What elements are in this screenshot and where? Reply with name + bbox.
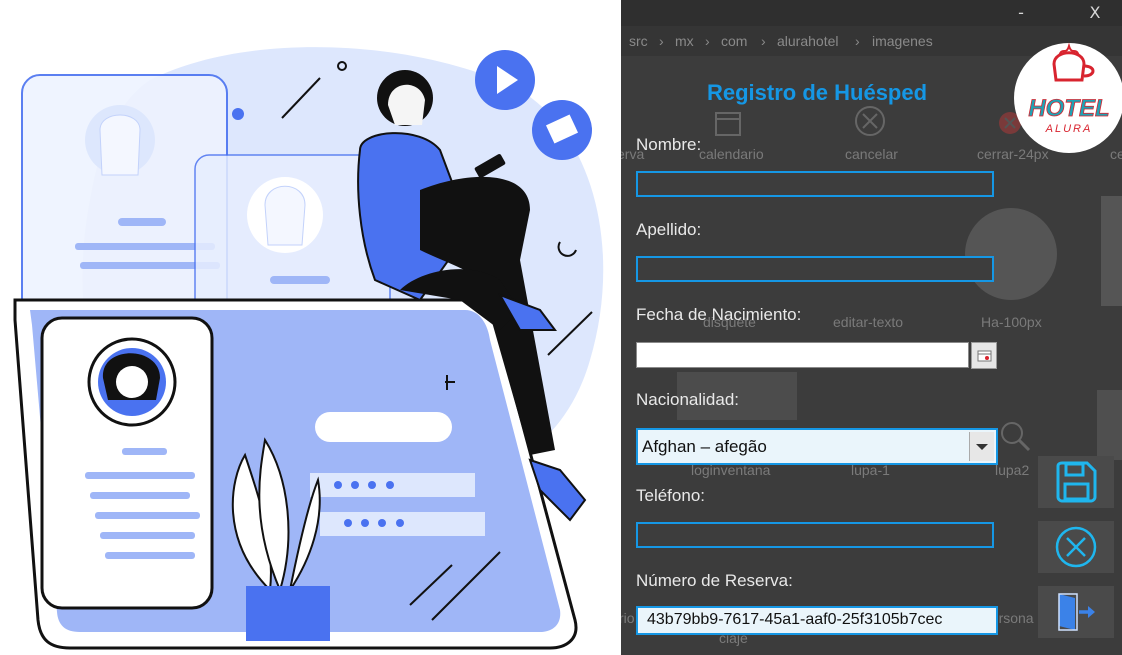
exit-button[interactable] [1038,586,1114,638]
search-icon [1001,422,1031,452]
chevron-right-icon: › [761,33,766,49]
chevron-down-icon [976,444,988,450]
form-title: Registro de Huésped [707,80,928,105]
ghost-file-label: lupa2 [995,462,1030,478]
chevron-right-icon: › [659,33,664,49]
telefono-input[interactable] [636,522,994,548]
logo-text-hotel: HOTEL [1028,95,1109,122]
ghost-thumbnail [1101,196,1122,306]
calendar-icon [715,112,741,136]
nombre-label: Nombre: [636,135,702,154]
calendar-icon [977,350,992,362]
breadcrumb-item: com [721,33,748,49]
nacionalidad-selected-value: Afghan – afegão [642,437,767,456]
date-picker-button[interactable] [971,342,997,369]
ghost-thumbnail [1097,390,1122,460]
dropdown-arrow-button[interactable] [969,432,994,461]
illustration-panel [0,0,621,655]
guest-registration-window: - X src › mx › com › alurahotel › imagen… [621,0,1122,655]
cancel-button[interactable] [1038,521,1114,573]
logo-text-alura: ALURA [1045,123,1093,135]
chevron-right-icon: › [705,33,710,49]
ghost-file-label: Ha-100px [981,314,1042,330]
hotel-alura-logo: HOTEL ALURA [1014,42,1122,153]
fecha-nacimiento-input[interactable] [636,342,969,368]
ghost-file-label: rio [621,610,635,626]
ghost-file-label: cancelar [845,146,898,162]
save-button[interactable] [1038,456,1114,508]
nacionalidad-label: Nacionalidad: [636,390,740,409]
floppy-disk-icon [1056,461,1097,503]
hotel-logo-ghost-icon [965,208,1057,300]
x-circle-icon [1055,526,1097,568]
apellido-input[interactable] [636,256,994,282]
ghost-file-label: editar-texto [833,314,904,330]
ghost-file-label: calendario [699,146,764,162]
nacionalidad-select[interactable]: Afghan – afegão [636,428,998,465]
minimize-button[interactable]: - [994,0,1048,26]
breadcrumb-item: imagenes [872,33,933,49]
numero-reserva-field[interactable]: 43b79bb9-7617-45a1-aaf0-25f3105b7cec [636,606,998,635]
nombre-input[interactable] [636,171,994,197]
numero-reserva-label: Número de Reserva: [636,571,793,590]
cancel-icon [855,106,885,136]
hotel-registration-illustration [13,47,604,650]
breadcrumb-item: mx [675,33,694,49]
fecha-nacimiento-label: Fecha de Nacimiento: [636,305,802,324]
chevron-right-icon: › [855,33,860,49]
close-window-button[interactable]: X [1068,0,1122,26]
breadcrumb-item: alurahotel [777,33,839,49]
breadcrumb-item: src [629,33,648,49]
telefono-label: Teléfono: [636,486,705,505]
door-exit-icon [1058,593,1095,631]
apellido-label: Apellido: [636,220,702,239]
